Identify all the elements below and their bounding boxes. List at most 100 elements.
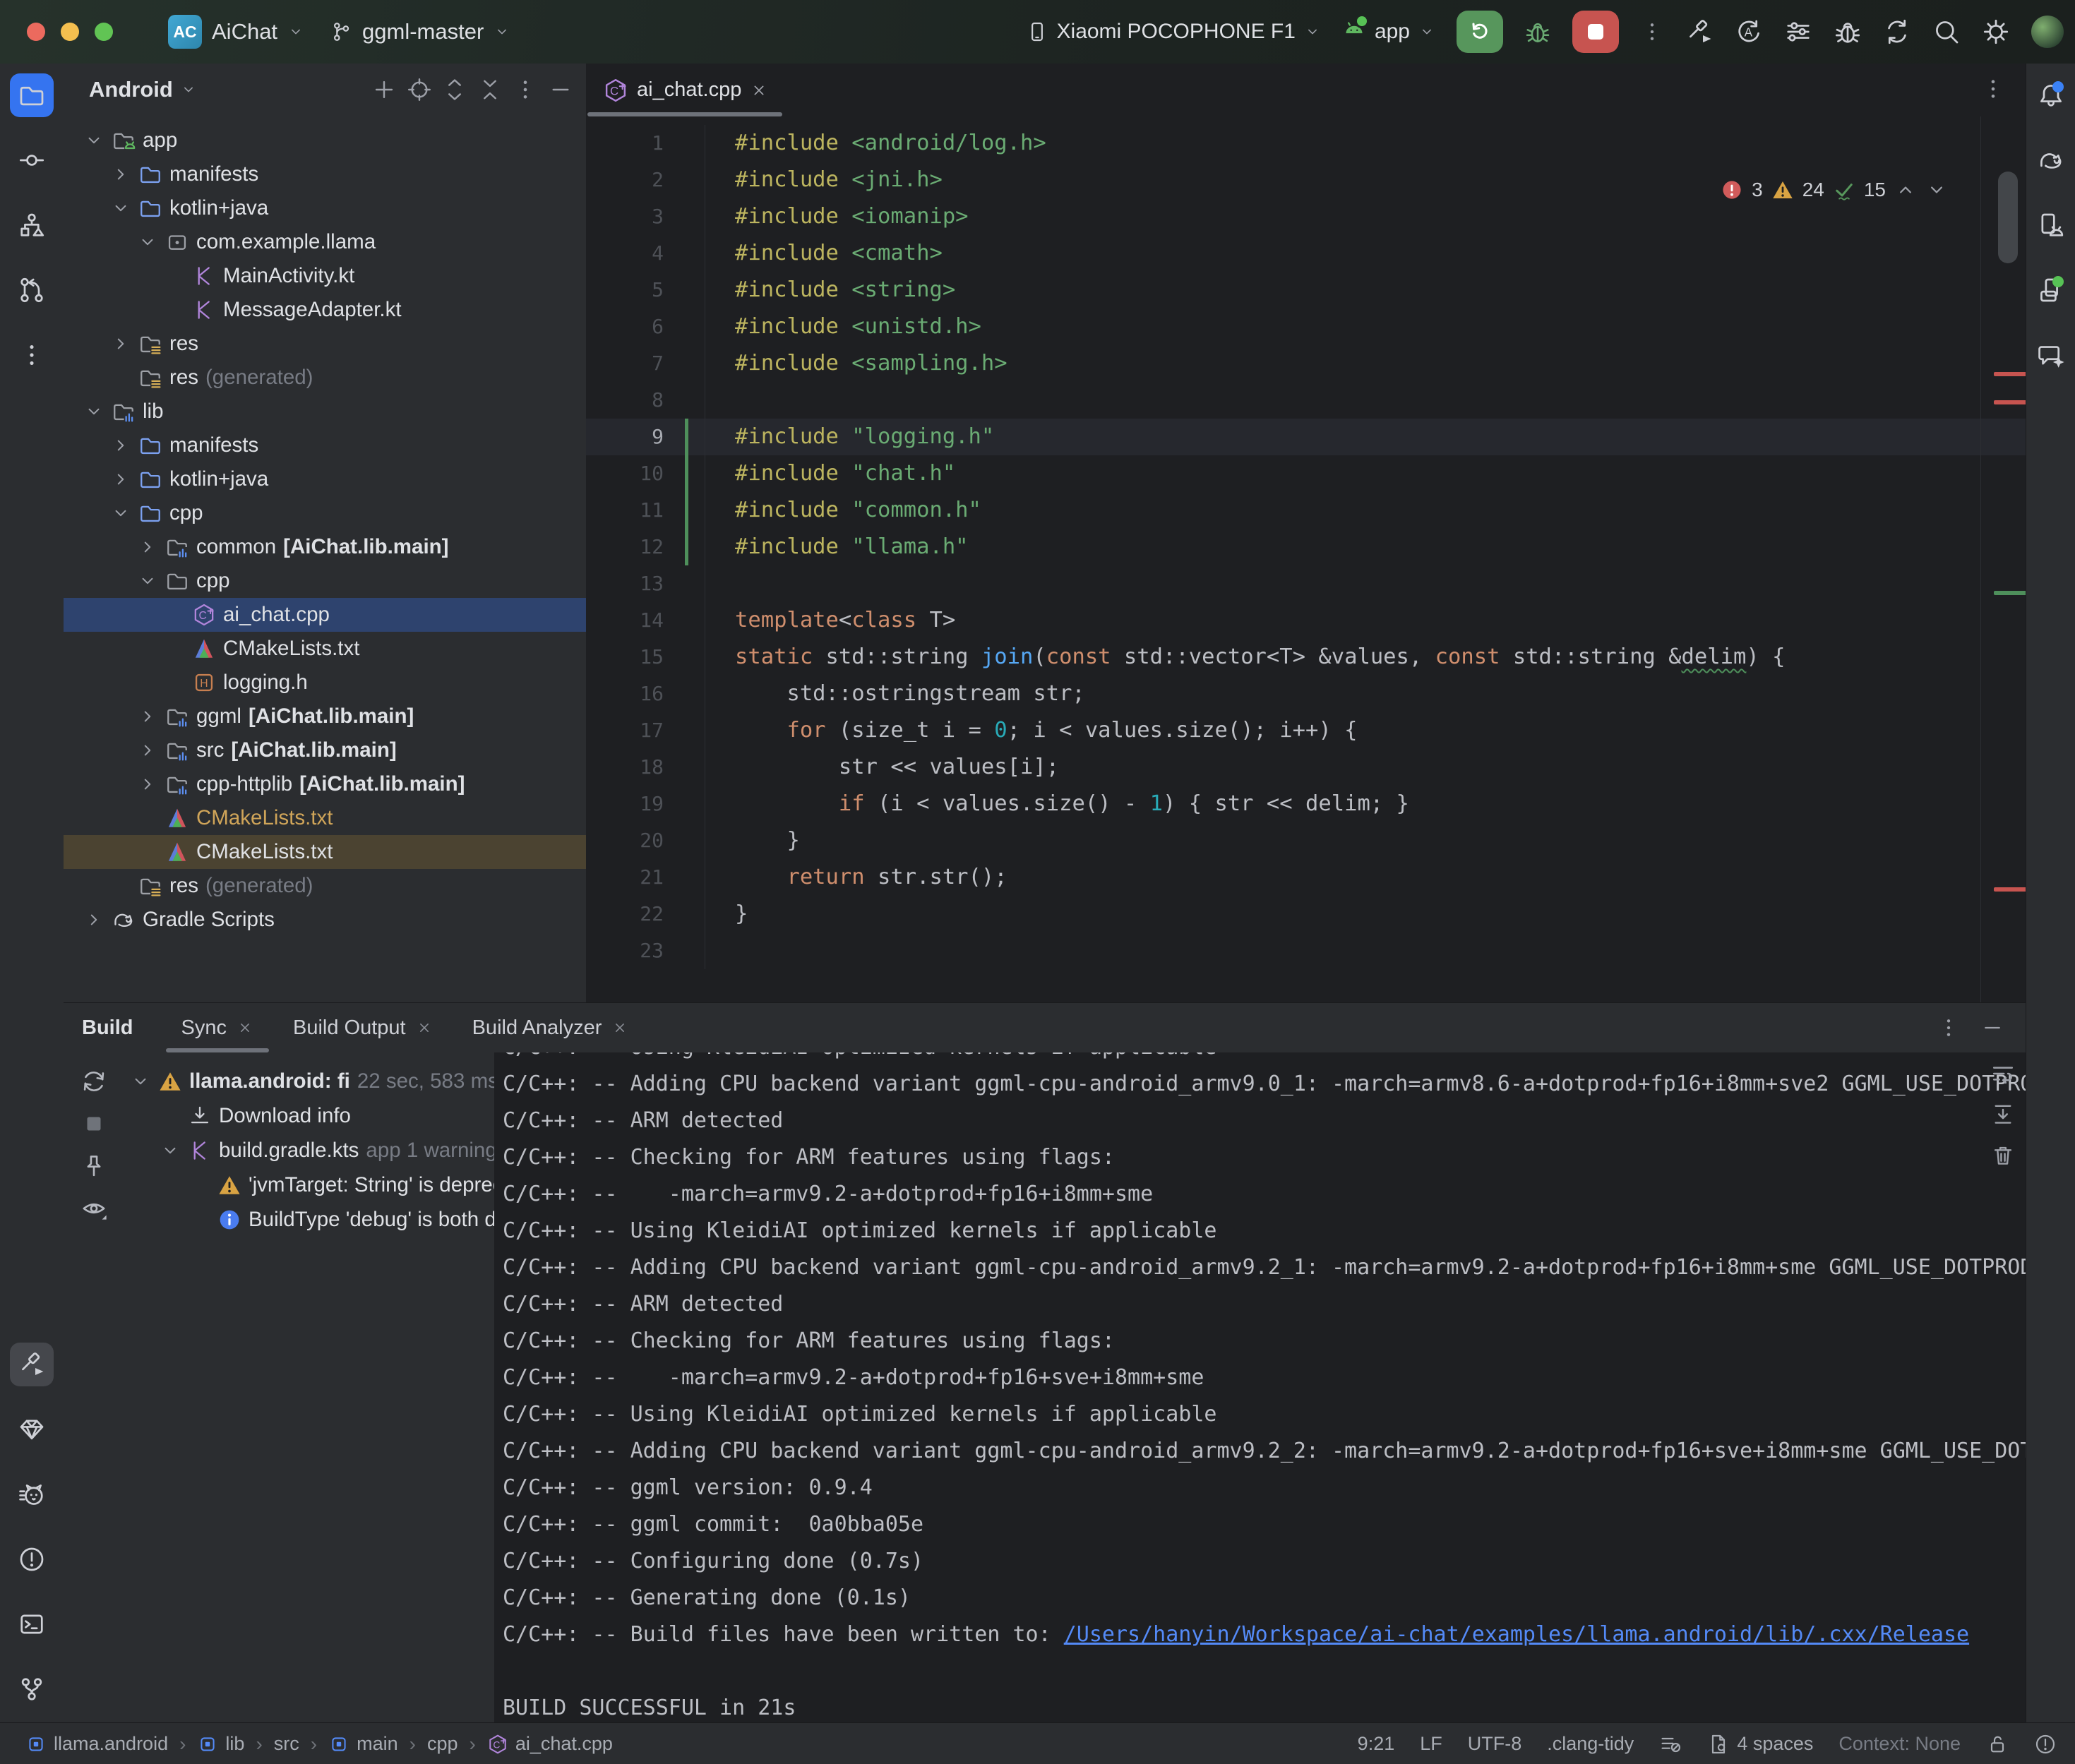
close-icon[interactable]: [237, 1019, 253, 1036]
search-everywhere-icon[interactable]: [1932, 18, 1961, 46]
code-line-14[interactable]: 14template<class T>: [586, 602, 2026, 639]
debug-icon[interactable]: [1524, 18, 1551, 45]
code-line-4[interactable]: 4#include <cmath>: [586, 235, 2026, 272]
next-problem-icon[interactable]: [1925, 179, 1948, 201]
chevron-down-icon[interactable]: [83, 401, 104, 422]
code-line-17[interactable]: 17 for (size_t i = 0; i < values.size();…: [586, 712, 2026, 749]
tool-window-button-gradle[interactable]: [2029, 138, 2073, 182]
tree-item-res[interactable]: res: [64, 327, 586, 361]
settings-icon[interactable]: [1982, 18, 2010, 46]
chevron-right-icon[interactable]: [110, 469, 131, 490]
code-line-13[interactable]: 13: [586, 565, 2026, 602]
breadcrumb-item-lib[interactable]: lib: [197, 1733, 244, 1755]
close-icon[interactable]: [611, 1019, 628, 1036]
project-view-selector[interactable]: Android: [89, 77, 173, 102]
chevron-down-icon[interactable]: [83, 130, 104, 151]
more-options-icon[interactable]: [513, 77, 538, 102]
tree-item-mainactivity-kt[interactable]: MainActivity.kt: [64, 259, 586, 293]
build-tree-item[interactable]: Download info: [124, 1098, 494, 1133]
tool-window-button-logcat[interactable]: [10, 1472, 54, 1516]
tool-window-button-problems[interactable]: [10, 1537, 54, 1581]
close-window-button[interactable]: [27, 23, 45, 41]
build-tree-item[interactable]: llama.android: fi22 sec, 583 ms: [124, 1064, 494, 1098]
collapse-all-icon[interactable]: [477, 77, 503, 102]
change-stripe-mark[interactable]: [1994, 591, 2026, 595]
breadcrumb-item-cpp[interactable]: cpp: [427, 1733, 458, 1755]
chevron-right-icon[interactable]: [110, 333, 131, 354]
tool-window-button-structure[interactable]: [10, 203, 54, 247]
code-line-3[interactable]: 3#include <iomanip>: [586, 198, 2026, 235]
tree-item-ai-chat-cpp[interactable]: Cai_chat.cpp: [64, 598, 586, 632]
code-line-6[interactable]: 6#include <unistd.h>: [586, 308, 2026, 345]
code-line-18[interactable]: 18 str << values[i];: [586, 749, 2026, 786]
breadcrumb-item-src[interactable]: src: [274, 1733, 299, 1755]
close-icon[interactable]: [750, 81, 768, 100]
tree-item-gradle-scripts[interactable]: Gradle Scripts: [64, 903, 586, 937]
chevron-down-icon[interactable]: [137, 232, 158, 253]
more-icon[interactable]: [1980, 76, 2006, 102]
tree-item-ggml[interactable]: ggml[AiChat.lib.main]: [64, 700, 586, 733]
error-stripe-mark[interactable]: [1994, 400, 2026, 404]
caret-position[interactable]: 9:21: [1358, 1733, 1395, 1755]
tree-item-kotlin-java[interactable]: kotlin+java: [64, 191, 586, 225]
project-name[interactable]: AiChat: [212, 19, 277, 44]
code-line-11[interactable]: 11#include "common.h": [586, 492, 2026, 529]
hide-panel-icon[interactable]: [1980, 1016, 2004, 1040]
chevron-right-icon[interactable]: [83, 909, 104, 930]
code-line-12[interactable]: 12#include "llama.h": [586, 529, 2026, 565]
inspection-status-icon[interactable]: [2034, 1733, 2057, 1756]
breadcrumb-item-ai-chat-cpp[interactable]: Cai_chat.cpp: [487, 1733, 613, 1755]
user-avatar[interactable]: [2031, 16, 2064, 48]
build-panel-title[interactable]: Build: [64, 1016, 162, 1040]
tool-window-button-notifications[interactable]: [2029, 73, 2073, 117]
code-editor[interactable]: 1#include <android/log.h>2#include <jni.…: [586, 116, 2026, 1002]
tree-item-cmakelists-txt[interactable]: CMakeLists.txt: [64, 835, 586, 869]
chevron-right-icon[interactable]: [137, 536, 158, 558]
soft-wrap-icon[interactable]: [1990, 1061, 2016, 1086]
tree-item-src[interactable]: src[AiChat.lib.main]: [64, 733, 586, 767]
branch-name[interactable]: ggml-master: [362, 19, 484, 44]
line-ending[interactable]: LF: [1420, 1733, 1442, 1755]
tree-item-res[interactable]: res(generated): [64, 869, 586, 903]
tool-window-button-version-control[interactable]: [10, 1667, 54, 1711]
tree-item-cpp[interactable]: cpp: [64, 564, 586, 598]
close-icon[interactable]: [416, 1019, 433, 1036]
editor-tab-ai-chat-cpp[interactable]: C ai_chat.cpp: [586, 64, 784, 116]
code-line-22[interactable]: 22}: [586, 896, 2026, 932]
tree-item-cpp[interactable]: cpp: [64, 496, 586, 530]
chevron-down-icon[interactable]: [130, 1071, 151, 1092]
run-configuration-selector[interactable]: app: [1342, 17, 1435, 47]
pin-tab-icon[interactable]: [80, 1153, 107, 1180]
more-actions-icon[interactable]: [1640, 20, 1664, 44]
code-line-20[interactable]: 20 }: [586, 822, 2026, 859]
code-line-1[interactable]: 1#include <android/log.h>: [586, 125, 2026, 162]
tool-window-button-device-manager[interactable]: [2029, 203, 2073, 247]
attach-debugger-icon[interactable]: [1834, 18, 1862, 46]
console-link[interactable]: /Users/hanyin/Workspace/ai-chat/examples…: [1064, 1622, 1969, 1647]
lock-icon[interactable]: [1986, 1733, 2009, 1756]
build-tab-sync[interactable]: Sync: [162, 1003, 273, 1052]
minimize-window-button[interactable]: [61, 23, 79, 41]
code-line-21[interactable]: 21 return str.str();: [586, 859, 2026, 896]
chevron-right-icon[interactable]: [110, 435, 131, 456]
code-line-5[interactable]: 5#include <string>: [586, 272, 2026, 308]
chevron-down-icon[interactable]: [110, 503, 131, 524]
breadcrumb-item-main[interactable]: main: [328, 1733, 398, 1755]
tree-item-cmakelists-txt[interactable]: CMakeLists.txt: [64, 801, 586, 835]
previous-problem-icon[interactable]: [1894, 179, 1917, 201]
tree-item-cmakelists-txt[interactable]: CMakeLists.txt: [64, 632, 586, 666]
tree-item-cpp-httplib[interactable]: cpp-httplib[AiChat.lib.main]: [64, 767, 586, 801]
tool-window-button-commit[interactable]: [10, 138, 54, 182]
more-options-icon[interactable]: [1937, 1016, 1961, 1040]
clear-all-icon[interactable]: [1990, 1143, 2016, 1168]
tree-item-kotlin-java[interactable]: kotlin+java: [64, 462, 586, 496]
code-style[interactable]: .clang-tidy: [1547, 1733, 1634, 1755]
build-tab-build-output[interactable]: Build Output: [273, 1003, 453, 1052]
chevron-right-icon[interactable]: [110, 164, 131, 185]
tree-item-com-example-llama[interactable]: com.example.llama: [64, 225, 586, 259]
formatter-icon[interactable]: [1659, 1733, 1682, 1756]
tool-window-button-more-tool-windows[interactable]: [10, 333, 54, 377]
tool-window-button-running-devices[interactable]: [2029, 268, 2073, 312]
chevron-right-icon[interactable]: [137, 740, 158, 761]
chevron-right-icon[interactable]: [137, 774, 158, 795]
